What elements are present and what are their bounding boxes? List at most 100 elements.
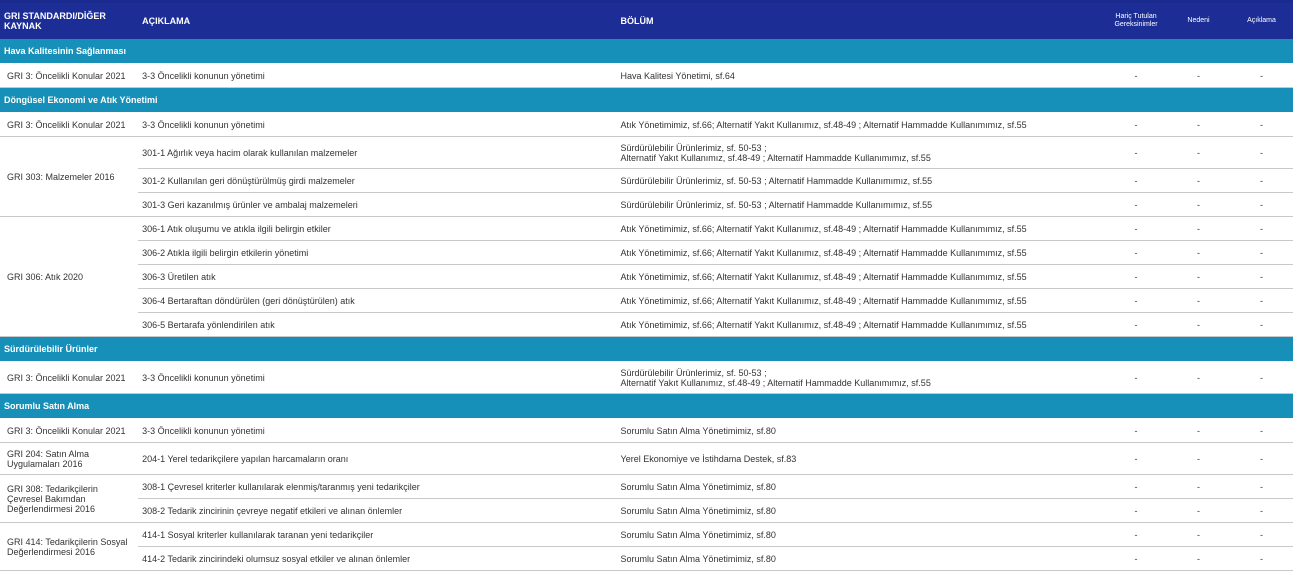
dash-cell: -	[1229, 63, 1293, 88]
dash-cell: -	[1167, 418, 1230, 443]
dash-cell: -	[1229, 546, 1293, 571]
gri-cell: GRI 3: Öncelikli Konular 2021	[0, 361, 139, 394]
gri-cell: GRI 3: Öncelikli Konular 2021	[0, 63, 139, 88]
ref-cell: Sürdürülebilir Ürünlerimiz, sf. 50-53 ; …	[616, 168, 1106, 193]
table-row: GRI 3: Öncelikli Konular 2021 3-3 Önceli…	[0, 63, 1293, 88]
dash-cell: -	[1105, 442, 1168, 475]
table-row: 301-2 Kullanılan geri dönüştürülmüş gird…	[0, 168, 1293, 193]
dash-cell: -	[1167, 522, 1230, 547]
ref-line-2: Alternatif Yakıt Kullanımız, sf.48-49 ; …	[620, 377, 931, 388]
dash-cell: -	[1105, 264, 1168, 289]
dash-cell: -	[1229, 192, 1293, 217]
dash-cell: -	[1167, 240, 1230, 265]
gri-index-table: GRI STANDARDI/DİĞER KAYNAK AÇIKLAMA BÖLÜ…	[0, 3, 1293, 571]
table-row: GRI 414: Tedarikçilerin Sosyal Değerlend…	[0, 522, 1293, 571]
dash-cell: -	[1167, 216, 1230, 241]
table-row: 306-5 Bertarafa yönlendirilen atık Atık …	[0, 312, 1293, 337]
dash-cell: -	[1229, 474, 1293, 499]
gri-cell: GRI 414: Tedarikçilerin Sosyal Değerlend…	[0, 522, 139, 571]
section-title: Döngüsel Ekonomi ve Atık Yönetimi	[0, 87, 1293, 113]
dash-cell: -	[1229, 240, 1293, 265]
desc-cell: 301-1 Ağırlık veya hacim olarak kullanıl…	[138, 136, 617, 169]
col-header-gri: GRI STANDARDI/DİĞER KAYNAK	[0, 3, 139, 39]
desc-cell: 414-1 Sosyal kriterler kullanılarak tara…	[138, 522, 617, 547]
dash-cell: -	[1167, 361, 1230, 394]
dash-cell: -	[1105, 361, 1168, 394]
dash-cell: -	[1105, 136, 1168, 169]
table-row: GRI 306: Atık 2020 306-1 Atık oluşumu ve…	[0, 216, 1293, 337]
dash-cell: -	[1229, 522, 1293, 547]
dash-cell: -	[1229, 216, 1293, 241]
dash-cell: -	[1105, 546, 1168, 571]
gri-cell: GRI 3: Öncelikli Konular 2021	[0, 112, 139, 137]
col-header-haric: Hariç Tutulan Gereksinimler	[1105, 3, 1168, 39]
dash-cell: -	[1105, 112, 1168, 137]
section-title: Sorumlu Satın Alma	[0, 393, 1293, 419]
desc-cell: 301-2 Kullanılan geri dönüştürülmüş gird…	[138, 168, 617, 193]
section-header: Sürdürülebilir Ürünler	[0, 336, 1293, 362]
table-row: 306-3 Üretilen atık Atık Yönetimimiz, sf…	[0, 264, 1293, 289]
dash-cell: -	[1229, 264, 1293, 289]
ref-cell: Atık Yönetimimiz, sf.66; Alternatif Yakı…	[616, 264, 1106, 289]
desc-cell: 306-4 Bertaraftan döndürülen (geri dönüş…	[138, 288, 617, 313]
dash-cell: -	[1229, 418, 1293, 443]
ref-line-2: Alternatif Yakıt Kullanımız, sf.48-49 ; …	[620, 152, 931, 163]
ref-cell: Yerel Ekonomiye ve İstihdama Destek, sf.…	[616, 442, 1106, 475]
dash-cell: -	[1167, 192, 1230, 217]
ref-cell: Sorumlu Satın Alma Yönetimimiz, sf.80	[616, 522, 1106, 547]
table-row: GRI 3: Öncelikli Konular 2021 3-3 Önceli…	[0, 112, 1293, 137]
dash-cell: -	[1167, 264, 1230, 289]
section-title: Hava Kalitesinin Sağlanması	[0, 39, 1293, 64]
desc-cell: 306-2 Atıkla ilgili belirgin etkilerin y…	[138, 240, 617, 265]
desc-cell: 3-3 Öncelikli konunun yönetimi	[138, 418, 617, 443]
dash-cell: -	[1229, 312, 1293, 337]
desc-cell: 3-3 Öncelikli konunun yönetimi	[138, 63, 617, 88]
table-row: GRI 3: Öncelikli Konular 2021 3-3 Önceli…	[0, 361, 1293, 394]
ref-cell: Sürdürülebilir Ürünlerimiz, sf. 50-53 ; …	[616, 136, 1106, 169]
ref-cell: Sorumlu Satın Alma Yönetimimiz, sf.80	[616, 474, 1106, 499]
dash-cell: -	[1167, 442, 1230, 475]
dash-cell: -	[1229, 112, 1293, 137]
dash-cell: -	[1229, 288, 1293, 313]
dash-cell: -	[1167, 168, 1230, 193]
gri-cell: GRI 3: Öncelikli Konular 2021	[0, 418, 139, 443]
dash-cell: -	[1167, 136, 1230, 169]
dash-cell: -	[1105, 288, 1168, 313]
gri-cell: GRI 308: Tedarikçilerin Çevresel Bakımda…	[0, 474, 139, 523]
dash-cell: -	[1167, 474, 1230, 499]
dash-cell: -	[1167, 312, 1230, 337]
col-header-bolum: BÖLÜM	[616, 3, 1106, 39]
ref-line-1: Sürdürülebilir Ürünlerimiz, sf. 50-53 ;	[620, 142, 767, 153]
dash-cell: -	[1167, 288, 1230, 313]
dash-cell: -	[1167, 546, 1230, 571]
dash-cell: -	[1229, 168, 1293, 193]
desc-cell: 306-1 Atık oluşumu ve atıkla ilgili beli…	[138, 216, 617, 241]
gri-cell: GRI 204: Satın Alma Uygulamaları 2016	[0, 442, 139, 475]
ref-cell: Atık Yönetimimiz, sf.66; Alternatif Yakı…	[616, 112, 1106, 137]
dash-cell: -	[1105, 168, 1168, 193]
section-header: Sorumlu Satın Alma	[0, 393, 1293, 419]
dash-cell: -	[1105, 192, 1168, 217]
table-row: 306-4 Bertaraftan döndürülen (geri dönüş…	[0, 288, 1293, 313]
dash-cell: -	[1105, 418, 1168, 443]
dash-cell: -	[1105, 216, 1168, 241]
desc-cell: 306-3 Üretilen atık	[138, 264, 617, 289]
col-header-nedeni: Nedeni	[1167, 3, 1230, 39]
table-row: GRI 204: Satın Alma Uygulamaları 2016 20…	[0, 442, 1293, 475]
ref-cell: Atık Yönetimimiz, sf.66; Alternatif Yakı…	[616, 312, 1106, 337]
header-row: GRI STANDARDI/DİĞER KAYNAK AÇIKLAMA BÖLÜ…	[0, 3, 1293, 39]
dash-cell: -	[1105, 522, 1168, 547]
dash-cell: -	[1167, 63, 1230, 88]
gri-cell: GRI 306: Atık 2020	[0, 216, 139, 337]
desc-cell: 308-2 Tedarik zincirinin çevreye negatif…	[138, 498, 617, 523]
ref-cell: Atık Yönetimimiz, sf.66; Alternatif Yakı…	[616, 288, 1106, 313]
ref-cell: Sürdürülebilir Ürünlerimiz, sf. 50-53 ; …	[616, 192, 1106, 217]
dash-cell: -	[1105, 498, 1168, 523]
table-row: 308-2 Tedarik zincirinin çevreye negatif…	[0, 498, 1293, 523]
dash-cell: -	[1105, 240, 1168, 265]
ref-cell: Atık Yönetimimiz, sf.66; Alternatif Yakı…	[616, 216, 1106, 241]
table-row: 414-2 Tedarik zincirindeki olumsuz sosya…	[0, 546, 1293, 571]
dash-cell: -	[1167, 498, 1230, 523]
dash-cell: -	[1105, 474, 1168, 499]
ref-line-1: Sürdürülebilir Ürünlerimiz, sf. 50-53 ;	[620, 367, 767, 378]
